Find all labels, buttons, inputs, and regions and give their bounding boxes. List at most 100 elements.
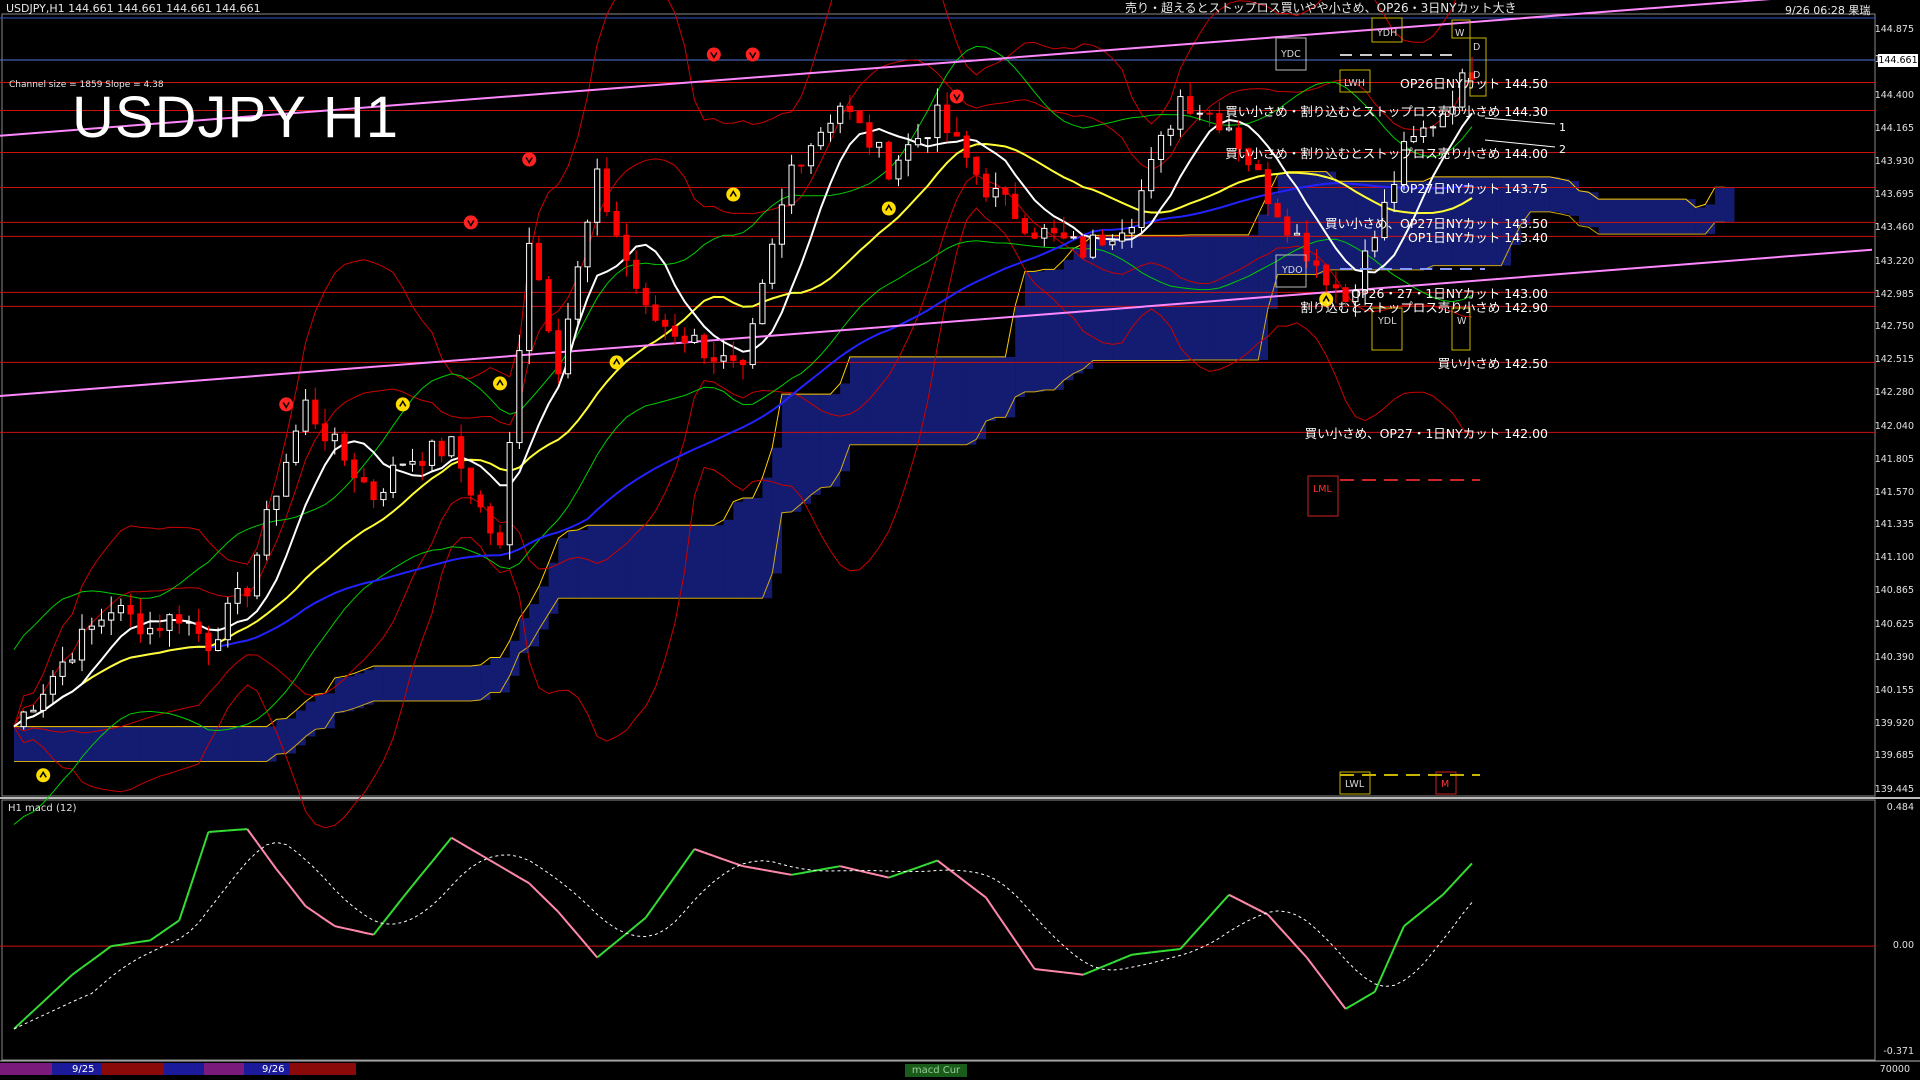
price-tick: 140.390	[1874, 651, 1914, 663]
cloud-slice	[1141, 235, 1152, 361]
candle-body	[98, 619, 105, 627]
cloud-slice	[295, 710, 306, 746]
candle-body	[263, 509, 270, 556]
price-tick: 139.685	[1874, 750, 1914, 762]
cloud-slice	[820, 394, 831, 488]
cloud-slice	[1219, 234, 1230, 360]
candle-body	[49, 675, 56, 695]
level-label: 買い小さめ・割り込むとストップロス売り小さめ 144.30	[1225, 104, 1548, 120]
candle-body	[1284, 216, 1291, 236]
cloud-slice	[966, 356, 977, 445]
level-label: 買い小さめ、OP27・1日NYカット 142.00	[1304, 426, 1548, 442]
candle-body	[1430, 126, 1437, 129]
cloud-slice	[937, 356, 948, 445]
ydo-label: YDO	[1282, 265, 1303, 276]
candle-body	[1060, 232, 1067, 239]
cloud-slice	[1122, 235, 1132, 361]
cloud-slice	[383, 666, 394, 701]
macd-segment	[1141, 951, 1152, 955]
cloud-slice	[432, 666, 442, 701]
candle-body	[302, 399, 309, 432]
price-tick: 140.155	[1874, 684, 1914, 696]
cloud-slice	[266, 726, 277, 762]
candle-body	[1177, 96, 1184, 130]
cloud-slice	[1054, 269, 1064, 390]
candle-body	[934, 104, 941, 139]
cloud-slice	[1209, 234, 1220, 360]
line-label-1: 1	[1559, 121, 1566, 134]
candle-body	[1313, 260, 1320, 266]
candle-body	[399, 463, 406, 466]
symbol-header: USDJPY,H1 144.661 144.661 144.661 144.66…	[6, 2, 261, 15]
candle-body	[1099, 234, 1106, 246]
cloud-slice	[849, 356, 860, 445]
candle-body	[1323, 264, 1330, 286]
candle-body	[1187, 96, 1194, 114]
w-label-top: W	[1455, 28, 1465, 39]
macd-segment	[1170, 948, 1181, 952]
candle-body	[496, 532, 504, 546]
candle-body	[360, 477, 367, 483]
price-tick: 144.400	[1874, 90, 1914, 102]
cloud-slice	[1015, 305, 1025, 398]
session-seg	[290, 1063, 356, 1075]
cloud-slice	[1656, 199, 1667, 235]
cloud-slice	[918, 356, 928, 445]
candle-body	[1050, 227, 1058, 234]
cloud-slice	[101, 726, 112, 762]
cloud-slice	[247, 726, 258, 762]
session-seg	[204, 1063, 244, 1075]
cloud-slice	[470, 666, 481, 701]
macd-segment	[140, 939, 151, 943]
candle-body	[1148, 159, 1155, 192]
cloud-slice	[150, 726, 160, 762]
cloud-slice	[1578, 190, 1589, 226]
sell-signal-mark	[706, 47, 721, 62]
candle-body	[234, 588, 241, 604]
candle-body	[428, 440, 436, 466]
candle-body	[1332, 284, 1340, 289]
level-label: 割り込むとストップロス売り小さめ 142.90	[1300, 300, 1548, 316]
candle-body	[1089, 234, 1097, 258]
candle-body	[1264, 169, 1272, 205]
candle-body	[20, 711, 27, 728]
macd-segment	[120, 942, 131, 946]
macd-segment	[237, 828, 248, 831]
candle-body	[691, 334, 698, 343]
candle-body	[662, 319, 669, 327]
lwh-label: LWH	[1344, 78, 1365, 89]
cloud-slice	[111, 726, 121, 762]
datetime-label: 9/26 06:28 果瑞	[1785, 4, 1871, 17]
price-tick: 144.875	[1874, 24, 1914, 35]
candle-body	[953, 132, 960, 137]
cloud-slice	[888, 356, 899, 445]
macd-segment	[1131, 952, 1142, 956]
candle-body	[1420, 127, 1427, 137]
candle-body	[156, 627, 163, 631]
candle-body	[215, 639, 222, 652]
cloud-slice	[189, 726, 199, 762]
candle-body	[283, 461, 290, 497]
price-tick: 143.930	[1874, 156, 1914, 168]
candle-body	[487, 506, 494, 534]
price-tick: 141.570	[1874, 486, 1914, 498]
candle-body	[1109, 240, 1116, 246]
cloud-slice	[1685, 199, 1696, 235]
price-tick: 142.280	[1874, 387, 1914, 399]
line-label-2: 2	[1559, 143, 1566, 156]
macd-window-title: H1 macd (12)	[8, 803, 77, 814]
macd-segment	[208, 830, 219, 833]
level-label: 買い小さめ 142.50	[1437, 356, 1548, 372]
cloud-slice	[606, 525, 617, 599]
cloud-slice	[723, 519, 734, 599]
candle-body	[1041, 227, 1048, 239]
lwl-label: LWL	[1345, 779, 1365, 790]
price-tick: 143.460	[1874, 222, 1914, 234]
candle-body	[584, 221, 591, 268]
macd-segment	[111, 943, 122, 948]
candle-body	[1196, 112, 1203, 115]
candle-body	[1119, 232, 1126, 242]
cloud-slice	[1024, 271, 1035, 392]
cloud-slice	[927, 356, 938, 445]
cloud-slice	[130, 726, 141, 762]
